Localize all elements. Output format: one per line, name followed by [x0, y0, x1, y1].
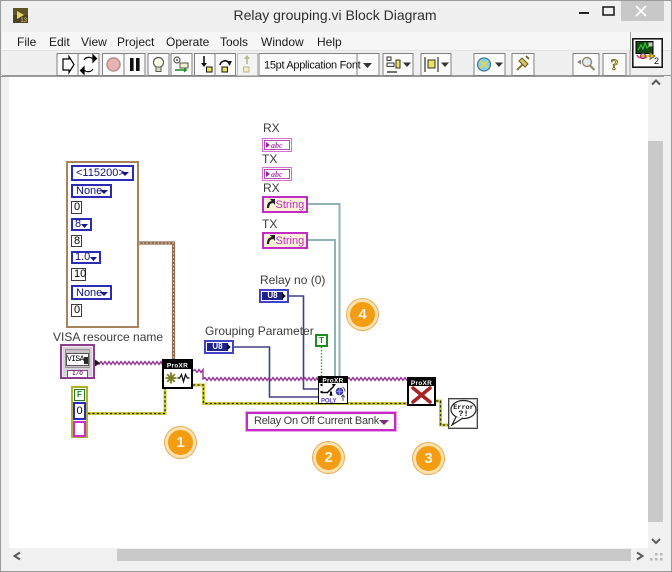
svg-text:abc: abc [271, 170, 283, 179]
svg-text:?!: ?! [458, 409, 468, 419]
svg-text:POLY: POLY [321, 399, 336, 405]
svg-text:abc: abc [271, 141, 283, 150]
